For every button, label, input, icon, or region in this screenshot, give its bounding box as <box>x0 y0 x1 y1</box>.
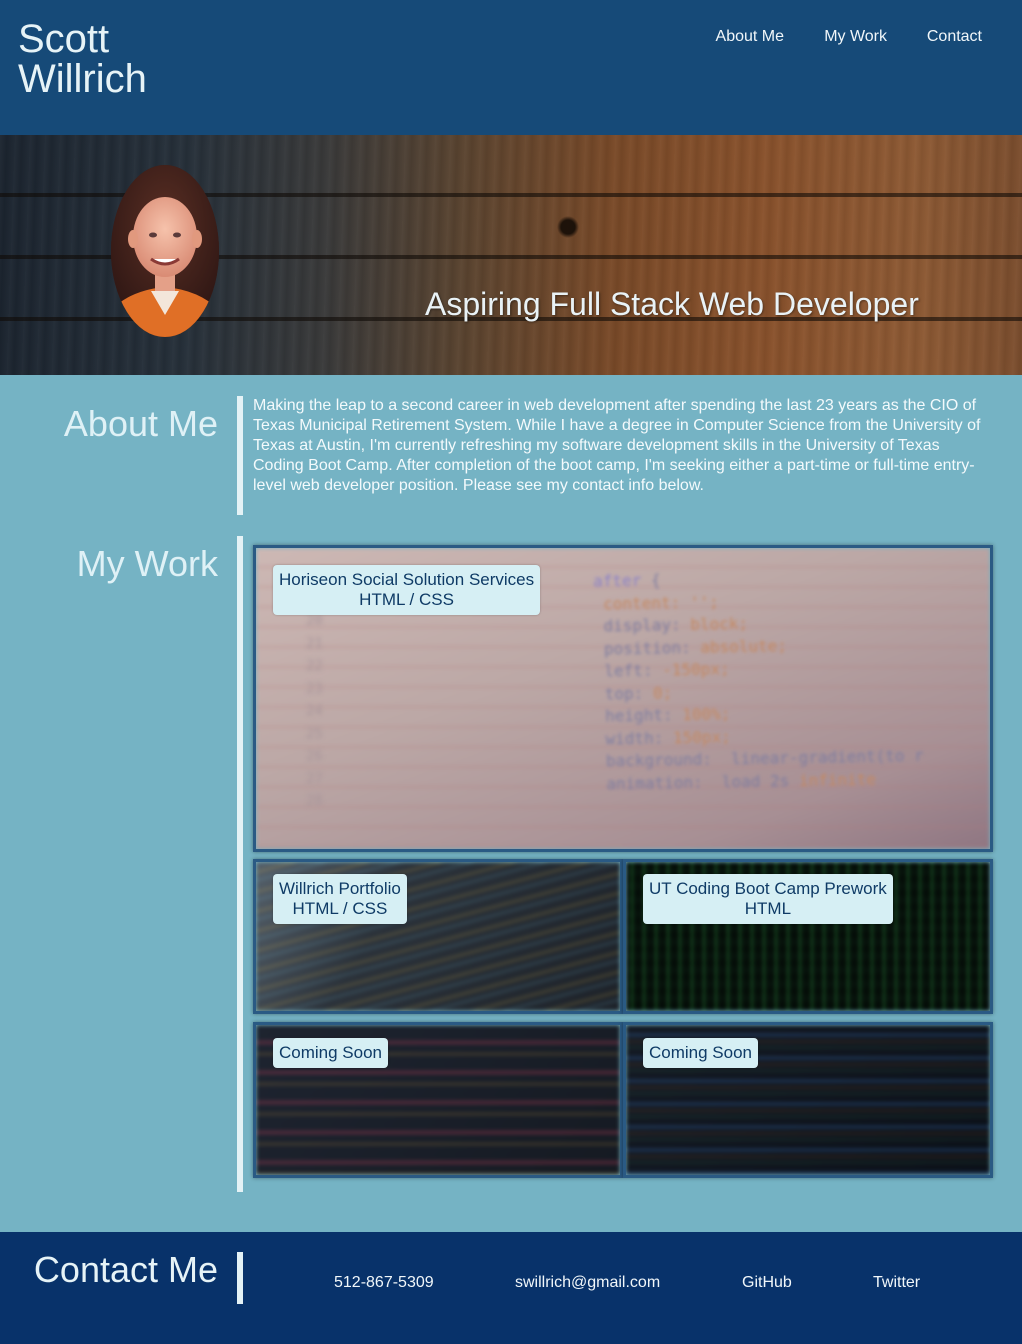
contact-email-link[interactable]: swillrich@gmail.com <box>515 1273 660 1293</box>
project-card-willrich-portfolio[interactable]: Willrich Portfolio HTML / CSS <box>253 859 623 1014</box>
contact-github-link[interactable]: GitHub <box>742 1273 792 1293</box>
code-background-image: after { content: ''; display: block; pos… <box>564 570 924 794</box>
project-card-coming-soon-2[interactable]: Coming Soon <box>623 1022 993 1178</box>
site-name-last: Willrich <box>18 57 147 101</box>
about-divider <box>237 396 243 515</box>
project-label[interactable]: Coming Soon <box>273 1038 389 1068</box>
hero-banner: Aspiring Full Stack Web Developer <box>0 135 1022 375</box>
project-tech: HTML / CSS <box>292 899 388 918</box>
project-card-coming-soon-1[interactable]: Coming Soon <box>253 1022 623 1178</box>
contact-phone-link[interactable]: 512-867-5309 <box>334 1273 434 1293</box>
about-text: Making the leap to a second career in we… <box>253 397 981 494</box>
hero-tagline: Aspiring Full Stack Web Developer <box>425 286 919 322</box>
contact-divider <box>237 1252 243 1304</box>
project-card-horiseon[interactable]: 20 21 22 23 24 25 26 27 28 after { conte… <box>253 545 993 852</box>
project-title: Coming Soon <box>649 1043 753 1062</box>
nav-my-work[interactable]: My Work <box>824 28 887 46</box>
contact-title: Contact Me <box>33 1249 218 1290</box>
project-label[interactable]: Coming Soon <box>643 1038 759 1068</box>
project-card-ut-prework[interactable]: UT Coding Boot Camp Prework HTML <box>623 859 993 1014</box>
profile-photo <box>111 165 219 337</box>
project-title: Willrich Portfolio <box>279 879 401 898</box>
project-label[interactable]: UT Coding Boot Camp Prework HTML <box>643 874 893 924</box>
contact-footer: Contact Me 512-867-5309 swillrich@gmail.… <box>0 1232 1022 1344</box>
nav-about-me[interactable]: About Me <box>716 28 784 46</box>
site-name-first: Scott <box>18 17 110 61</box>
project-title: Horiseon Social Solution Services <box>279 570 535 589</box>
project-tech: HTML / CSS <box>359 590 454 609</box>
project-label[interactable]: Willrich Portfolio HTML / CSS <box>273 874 407 924</box>
site-name: Scott Willrich <box>18 19 147 99</box>
project-tech: HTML <box>744 899 792 918</box>
project-title: Coming Soon <box>279 1043 383 1062</box>
work-title: My Work <box>76 543 218 584</box>
contact-twitter-link[interactable]: Twitter <box>873 1273 920 1293</box>
work-divider <box>237 536 243 1192</box>
site-header: Scott Willrich About Me My Work Contact <box>0 0 1022 135</box>
nav-contact[interactable]: Contact <box>927 28 982 46</box>
profile-photo-illustration <box>111 165 219 337</box>
code-line-numbers: 20 21 22 23 24 25 26 27 28 <box>306 613 323 809</box>
project-title: UT Coding Boot Camp Prework <box>649 879 887 898</box>
project-label[interactable]: Horiseon Social Solution Services HTML /… <box>273 565 541 615</box>
about-title: About Me <box>63 403 218 444</box>
